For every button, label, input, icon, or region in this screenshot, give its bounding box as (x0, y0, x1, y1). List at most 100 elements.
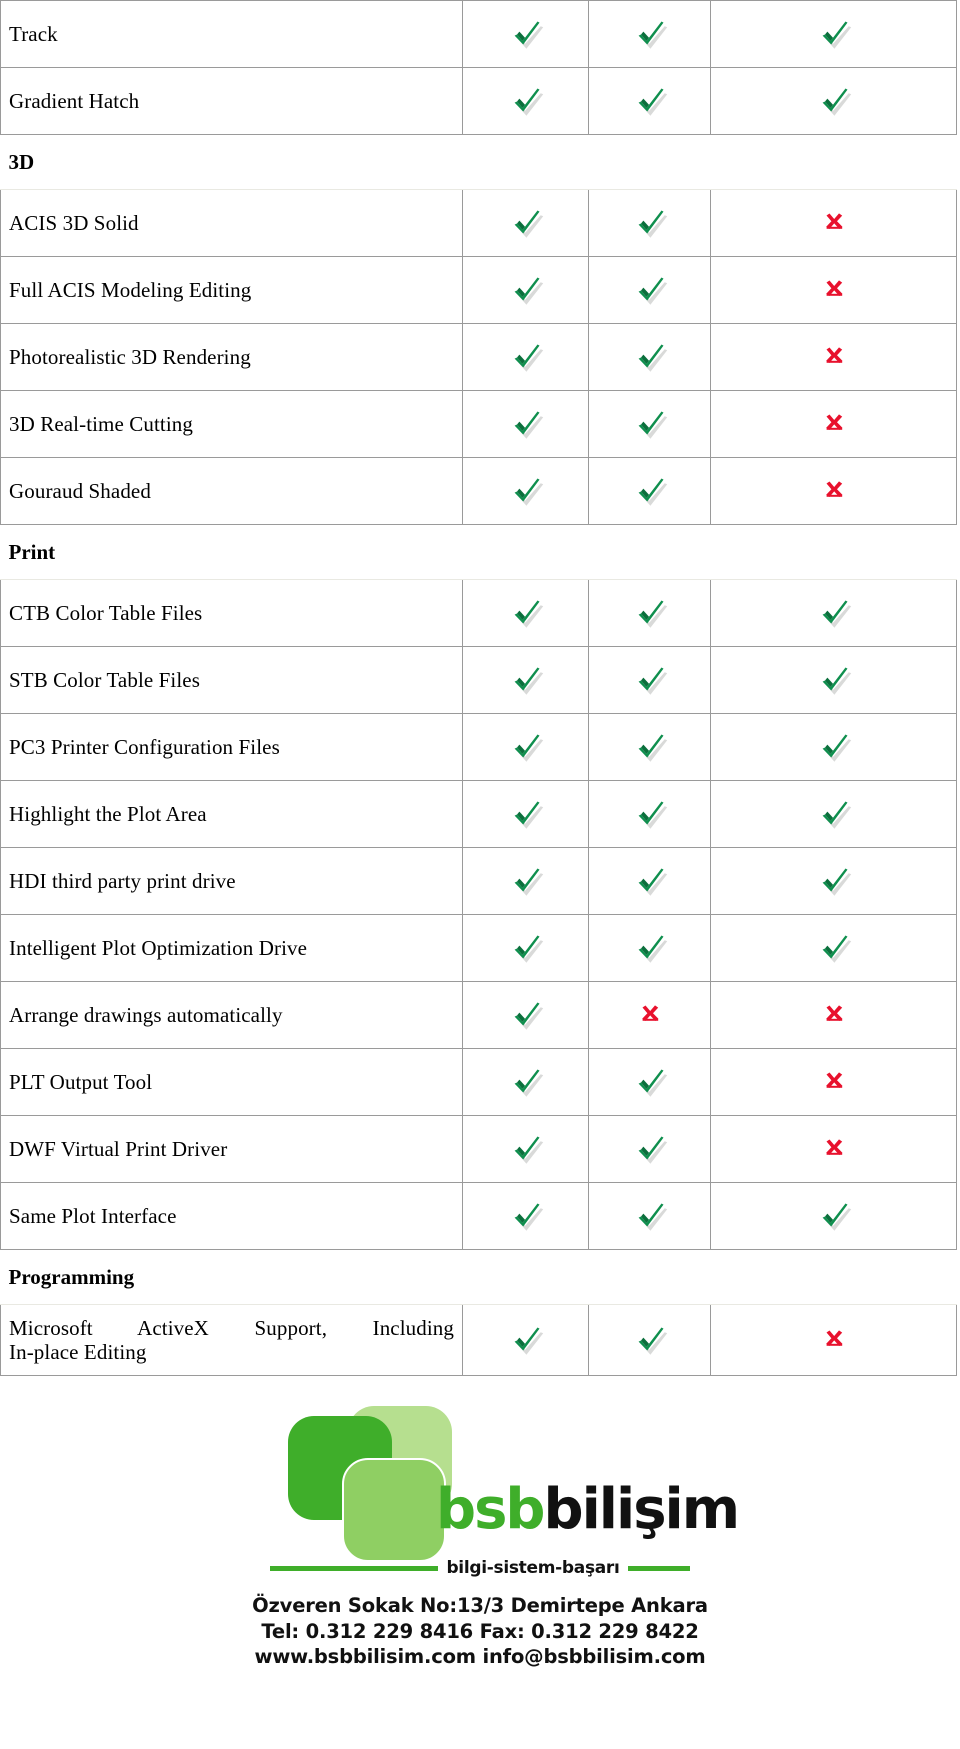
cell-supported (462, 914, 589, 982)
cell-supported (588, 457, 711, 525)
red-cross-icon (814, 1127, 854, 1167)
cell-not-supported (710, 1048, 957, 1116)
green-check-icon (506, 725, 546, 765)
feature-label: 3D Real-time Cutting (0, 390, 463, 458)
cell-supported (710, 67, 957, 135)
green-check-icon (506, 402, 546, 442)
green-check-icon (814, 658, 854, 698)
cell-supported (588, 713, 711, 781)
table-body: Track Gradient Hatch 3D ACIS 3D Solid Full A… (0, 0, 957, 1376)
footer: bsbbilişim bilgi-sistem-başarı Özveren S… (0, 1406, 960, 1670)
table-row: Intelligent Plot Optimization Drive (0, 914, 957, 982)
green-check-icon (630, 1060, 670, 1100)
cell-not-supported (710, 256, 957, 324)
feature-label: PC3 Printer Configuration Files (0, 713, 463, 781)
red-cross-icon (814, 201, 854, 241)
green-check-icon (814, 926, 854, 966)
cell-supported (588, 1182, 711, 1250)
red-cross-icon (630, 993, 670, 1033)
table-row: STB Color Table Files (0, 646, 957, 714)
cell-supported (588, 579, 711, 647)
feature-comparison-table: Track Gradient Hatch 3D ACIS 3D Solid Full A… (0, 0, 957, 1376)
feature-label-line1: Microsoft ActiveX Support, Including (9, 1315, 454, 1340)
tagline-rule-left (270, 1565, 439, 1571)
cell-supported (588, 1304, 711, 1376)
cell-supported (588, 189, 711, 257)
cell-supported (710, 780, 957, 848)
document-page: Track Gradient Hatch 3D ACIS 3D Solid Full A… (0, 0, 960, 1670)
red-cross-icon (814, 993, 854, 1033)
green-check-icon (630, 469, 670, 509)
red-cross-icon (814, 1318, 854, 1358)
cell-supported (462, 981, 589, 1049)
red-cross-icon (814, 402, 854, 442)
table-row: Microsoft ActiveX Support, Including In-p… (0, 1304, 957, 1376)
feature-label: Intelligent Plot Optimization Drive (0, 914, 463, 982)
cell-not-supported (710, 1115, 957, 1183)
green-check-icon (630, 335, 670, 375)
bsb-bilisim-logo: bsbbilişim bilgi-sistem-başarı (230, 1406, 740, 1591)
logo-tagline: bilgi-sistem-başarı (446, 1558, 620, 1578)
logo-word-black: bilişim (543, 1477, 741, 1542)
cell-not-supported (710, 323, 957, 391)
green-check-icon (630, 1127, 670, 1167)
red-cross-icon (814, 335, 854, 375)
green-check-icon (630, 591, 670, 631)
cell-supported (588, 780, 711, 848)
table-row: PC3 Printer Configuration Files (0, 713, 957, 781)
green-check-icon (630, 268, 670, 308)
table-row: Arrange drawings automatically (0, 981, 957, 1049)
cell-supported (462, 390, 589, 458)
feature-label: HDI third party print drive (0, 847, 463, 915)
table-row: HDI third party print drive (0, 847, 957, 915)
green-check-icon (506, 993, 546, 1033)
logo-tagline-row: bilgi-sistem-başarı (230, 1558, 730, 1578)
cell-supported (710, 847, 957, 915)
green-check-icon (630, 1318, 670, 1358)
cell-supported (462, 780, 589, 848)
cell-supported (462, 256, 589, 324)
green-check-icon (630, 725, 670, 765)
green-check-icon (506, 658, 546, 698)
green-check-icon (814, 859, 854, 899)
cell-supported (462, 0, 589, 68)
table-row: CTB Color Table Files (0, 579, 957, 647)
feature-label: Gradient Hatch (0, 67, 463, 135)
cell-supported (588, 646, 711, 714)
green-check-icon (506, 792, 546, 832)
green-check-icon (506, 201, 546, 241)
green-check-icon (506, 12, 546, 52)
feature-label: Microsoft ActiveX Support, Including In-p… (0, 1304, 463, 1376)
green-check-icon (506, 79, 546, 119)
cell-supported (462, 323, 589, 391)
green-check-icon (630, 792, 670, 832)
cell-supported (588, 914, 711, 982)
cell-supported (710, 646, 957, 714)
table-row: Highlight the Plot Area (0, 780, 957, 848)
cell-supported (710, 914, 957, 982)
green-check-icon (506, 859, 546, 899)
cell-not-supported (710, 189, 957, 257)
section-header-label: Print (0, 524, 957, 580)
green-check-icon (814, 591, 854, 631)
feature-label: PLT Output Tool (0, 1048, 463, 1116)
table-row: Gouraud Shaded (0, 457, 957, 525)
green-check-icon (630, 1194, 670, 1234)
cell-not-supported (710, 981, 957, 1049)
cell-supported (588, 323, 711, 391)
table-row: Photorealistic 3D Rendering (0, 323, 957, 391)
green-check-icon (814, 79, 854, 119)
green-check-icon (506, 1127, 546, 1167)
contact-address: Özveren Sokak No:13/3 Demirtepe Ankara (252, 1594, 708, 1617)
feature-label: Photorealistic 3D Rendering (0, 323, 463, 391)
logo-square-mid (342, 1458, 446, 1562)
green-check-icon (506, 268, 546, 308)
table-row: ACIS 3D Solid (0, 189, 957, 257)
cell-supported (462, 579, 589, 647)
cell-supported (462, 1182, 589, 1250)
contact-phone-fax: Tel: 0.312 229 8416 Fax: 0.312 229 8422 (261, 1619, 699, 1643)
feature-label: DWF Virtual Print Driver (0, 1115, 463, 1183)
green-check-icon (506, 469, 546, 509)
cell-supported (588, 390, 711, 458)
cell-not-supported (588, 981, 711, 1049)
